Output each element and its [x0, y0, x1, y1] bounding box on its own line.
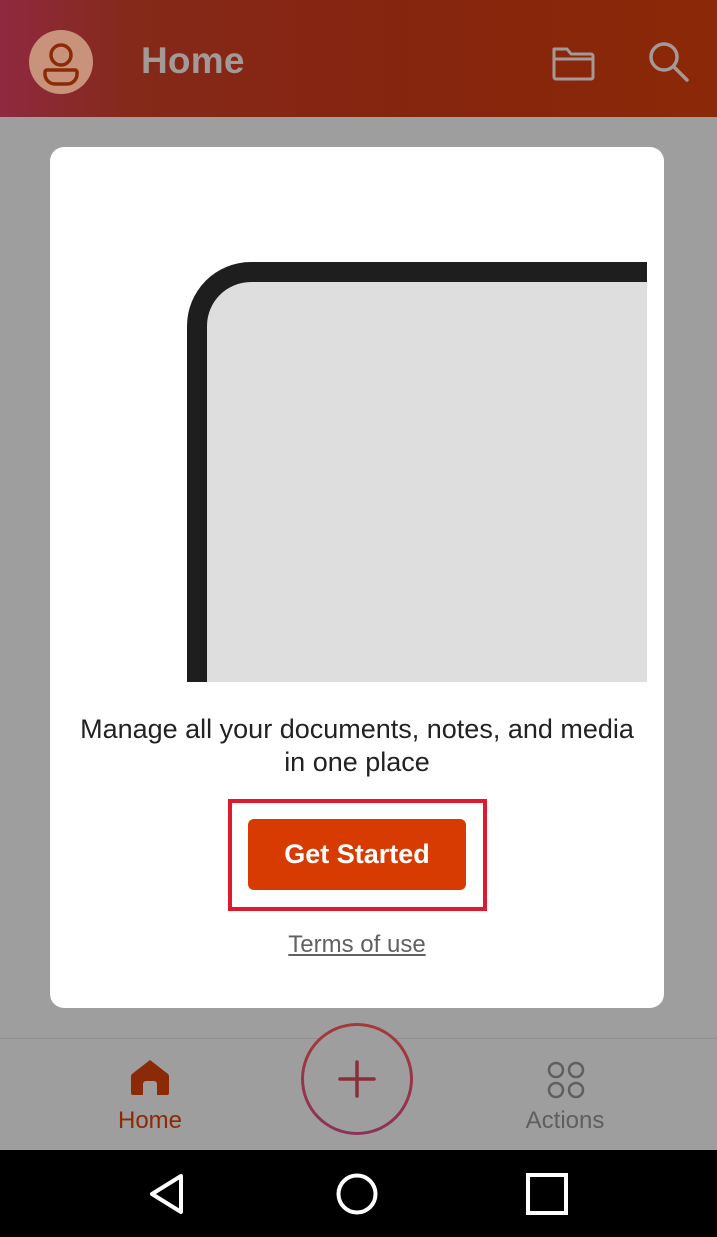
app-bar: Home — [0, 0, 717, 117]
nav-label-home: Home — [117, 1107, 183, 1134]
terms-of-use-link[interactable]: Terms of use — [50, 931, 664, 959]
nav-item-actions[interactable]: Actions — [510, 1057, 620, 1137]
home-circle-icon — [336, 1173, 378, 1215]
plus-icon — [338, 1060, 376, 1098]
profile-avatar-button[interactable] — [29, 30, 93, 94]
device-illustration — [187, 262, 647, 682]
nav-label-actions: Actions — [525, 1107, 605, 1134]
folder-button[interactable] — [549, 40, 597, 84]
search-icon — [649, 42, 689, 82]
folder-icon — [552, 47, 595, 81]
system-recents-button[interactable] — [524, 1171, 570, 1217]
nav-item-home[interactable]: Home — [98, 1057, 202, 1137]
person-icon — [43, 43, 79, 86]
grid-icon — [547, 1061, 585, 1099]
recents-icon — [526, 1173, 568, 1215]
back-icon — [150, 1174, 183, 1214]
get-started-button[interactable]: Get Started — [248, 819, 466, 890]
search-button[interactable] — [645, 38, 691, 84]
system-navigation-bar — [0, 1150, 717, 1237]
create-fab[interactable] — [301, 1023, 413, 1135]
onboarding-tagline: Manage all your documents, notes, and me… — [80, 714, 634, 777]
home-icon — [130, 1060, 170, 1095]
page-title: Home — [141, 40, 245, 81]
fab-inner — [304, 1026, 410, 1132]
system-home-button[interactable] — [334, 1171, 380, 1217]
onboarding-dialog: Manage all your documents, notes, and me… — [50, 147, 664, 1008]
system-back-button[interactable] — [145, 1171, 191, 1217]
